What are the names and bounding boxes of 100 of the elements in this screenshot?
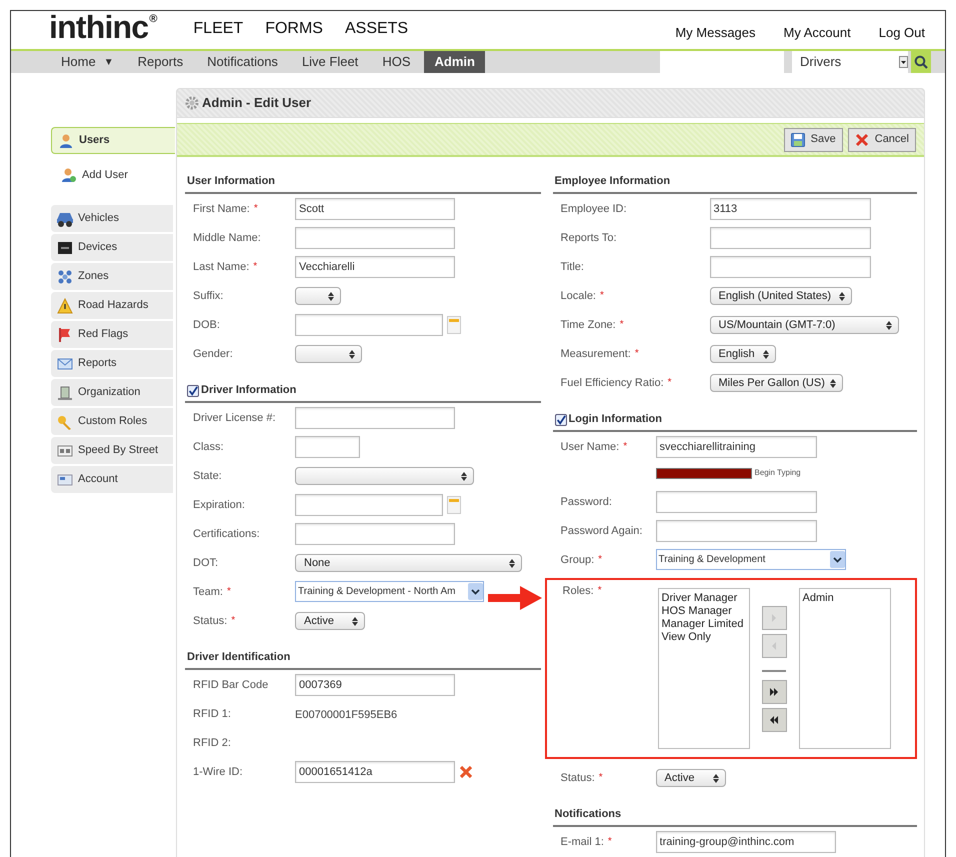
select-dropdown[interactable] xyxy=(295,287,341,305)
add-all-button[interactable] xyxy=(762,680,787,704)
search-field[interactable] xyxy=(660,51,784,73)
updown-icon xyxy=(352,616,358,626)
field-label: Expiration: xyxy=(193,498,245,513)
sidebar-item[interactable]: Vehicles xyxy=(51,205,173,232)
field-label: Fuel Efficiency Ratio: xyxy=(560,376,664,391)
menu-tab[interactable]: Home ▼ xyxy=(51,51,124,73)
account-link[interactable]: My Account xyxy=(784,22,851,42)
select-dropdown[interactable]: Active xyxy=(295,612,365,630)
field-label: User Name: xyxy=(560,440,620,455)
required-mark: * xyxy=(634,347,639,361)
remove-icon xyxy=(459,765,473,779)
menu-tab[interactable]: HOS xyxy=(372,51,420,73)
menu-tab[interactable]: Live Fleet xyxy=(292,51,368,73)
strength-hint: Begin Typing xyxy=(754,467,801,479)
list-option[interactable]: HOS Manager xyxy=(662,605,749,618)
sidebar-item[interactable]: Organization xyxy=(51,379,173,406)
nav-link[interactable]: ASSETS xyxy=(344,17,408,41)
select-dropdown[interactable]: English xyxy=(710,345,776,363)
scope-select[interactable]: Drivers xyxy=(792,51,908,73)
sidebar-item[interactable]: Account xyxy=(51,466,173,493)
menu-tab[interactable]: Reports xyxy=(128,51,194,73)
list-option[interactable]: Driver Manager xyxy=(662,592,749,605)
sidebar-item[interactable]: Speed By Street xyxy=(51,437,173,464)
card-icon xyxy=(57,472,73,488)
save-button[interactable]: Save xyxy=(784,128,843,152)
text-field[interactable] xyxy=(295,314,443,336)
nav-link[interactable]: FORMS xyxy=(265,17,323,41)
text-field[interactable] xyxy=(295,227,455,249)
text-field[interactable] xyxy=(656,520,817,542)
account-link[interactable]: Log Out xyxy=(878,22,925,42)
text-field[interactable]: 0007369 xyxy=(295,674,455,696)
required-mark: * xyxy=(623,440,628,454)
annotation-arrow xyxy=(488,586,542,610)
page-title: Admin - Edit User xyxy=(202,94,312,112)
search-button[interactable] xyxy=(911,51,931,73)
text-field[interactable] xyxy=(295,436,360,458)
select-dropdown[interactable]: None xyxy=(295,554,522,572)
section-heading: Driver Information xyxy=(201,383,296,398)
required-mark: * xyxy=(231,614,236,628)
menu-tab[interactable]: Notifications xyxy=(197,51,288,73)
sidebar-item[interactable]: Zones xyxy=(51,263,173,290)
list-option[interactable]: Manager Limited xyxy=(662,618,749,631)
field-label: Measurement: xyxy=(560,347,631,362)
select-dropdown[interactable]: Active xyxy=(656,769,726,787)
sidebar-item[interactable]: Devices xyxy=(51,234,173,261)
floppy-icon xyxy=(790,132,805,146)
menu-tab[interactable]: Admin xyxy=(424,51,485,73)
text-field[interactable]: training-group@inthinc.com xyxy=(656,831,836,853)
checkbox[interactable] xyxy=(554,414,567,426)
text-field[interactable] xyxy=(710,227,871,249)
field-label: Status: xyxy=(560,771,595,786)
text-field[interactable]: Vecchiarelli xyxy=(295,256,455,278)
text-field[interactable]: 3113 xyxy=(710,198,871,220)
field-label: Certifications: xyxy=(193,527,260,542)
text-field[interactable]: svecchiarellitraining xyxy=(656,436,817,458)
field-label: Middle Name: xyxy=(193,231,261,246)
remove-all-button[interactable] xyxy=(762,708,787,732)
sidebar-item[interactable]: Custom Roles xyxy=(51,408,173,435)
text-field[interactable] xyxy=(295,494,443,516)
list-option[interactable]: View Only xyxy=(662,631,749,644)
field-label: Gender: xyxy=(193,347,233,362)
select-dropdown[interactable]: Miles Per Gallon (US) xyxy=(710,374,843,392)
text-field[interactable]: 00001651412a xyxy=(295,761,455,783)
required-mark: * xyxy=(598,553,602,567)
sidebar-item[interactable]: Red Flags xyxy=(51,321,173,348)
required-mark: * xyxy=(668,376,672,390)
field-label: RFID 2: xyxy=(193,736,231,751)
text-field[interactable] xyxy=(295,407,455,429)
account-link[interactable]: My Messages xyxy=(675,22,756,42)
text-field[interactable] xyxy=(710,256,871,278)
envelope-icon xyxy=(57,356,73,372)
combo-dropdown[interactable]: Training & Development - North Am xyxy=(295,581,484,602)
updown-icon xyxy=(830,378,836,388)
combo-dropdown[interactable]: Training & Development xyxy=(656,549,846,570)
select-dropdown[interactable]: US/Mountain (GMT-7:0) xyxy=(710,316,899,334)
add-person-icon xyxy=(61,167,77,183)
close-icon xyxy=(854,132,869,146)
required-mark: * xyxy=(598,584,602,598)
sidebar-item[interactable]: Users xyxy=(51,127,175,154)
section-heading: Employee Information xyxy=(554,174,670,190)
select-dropdown[interactable]: English (United States) xyxy=(710,287,852,305)
add-all-icon xyxy=(769,686,780,698)
roles-listbox[interactable]: Driver Manager HOS Manager Manager Limited View Only xyxy=(658,588,750,749)
device-icon xyxy=(57,240,73,256)
text-field[interactable]: Scott xyxy=(295,198,455,220)
nav-link[interactable]: FLEET xyxy=(193,17,244,41)
roles-listbox[interactable]: Admin xyxy=(798,588,891,749)
sidebar-item[interactable]: Add User xyxy=(51,163,173,187)
sidebar-item[interactable]: Reports xyxy=(51,350,173,377)
dots-icon xyxy=(57,268,73,284)
checkbox[interactable] xyxy=(187,384,199,396)
text-field[interactable] xyxy=(295,523,455,545)
list-option[interactable]: Admin xyxy=(802,592,890,605)
car-icon xyxy=(57,210,73,226)
sidebar-item[interactable]: Road Hazards xyxy=(51,292,173,319)
cancel-button[interactable]: Cancel xyxy=(848,128,916,152)
registered-mark: ® xyxy=(149,12,158,27)
text-field[interactable] xyxy=(656,491,817,513)
